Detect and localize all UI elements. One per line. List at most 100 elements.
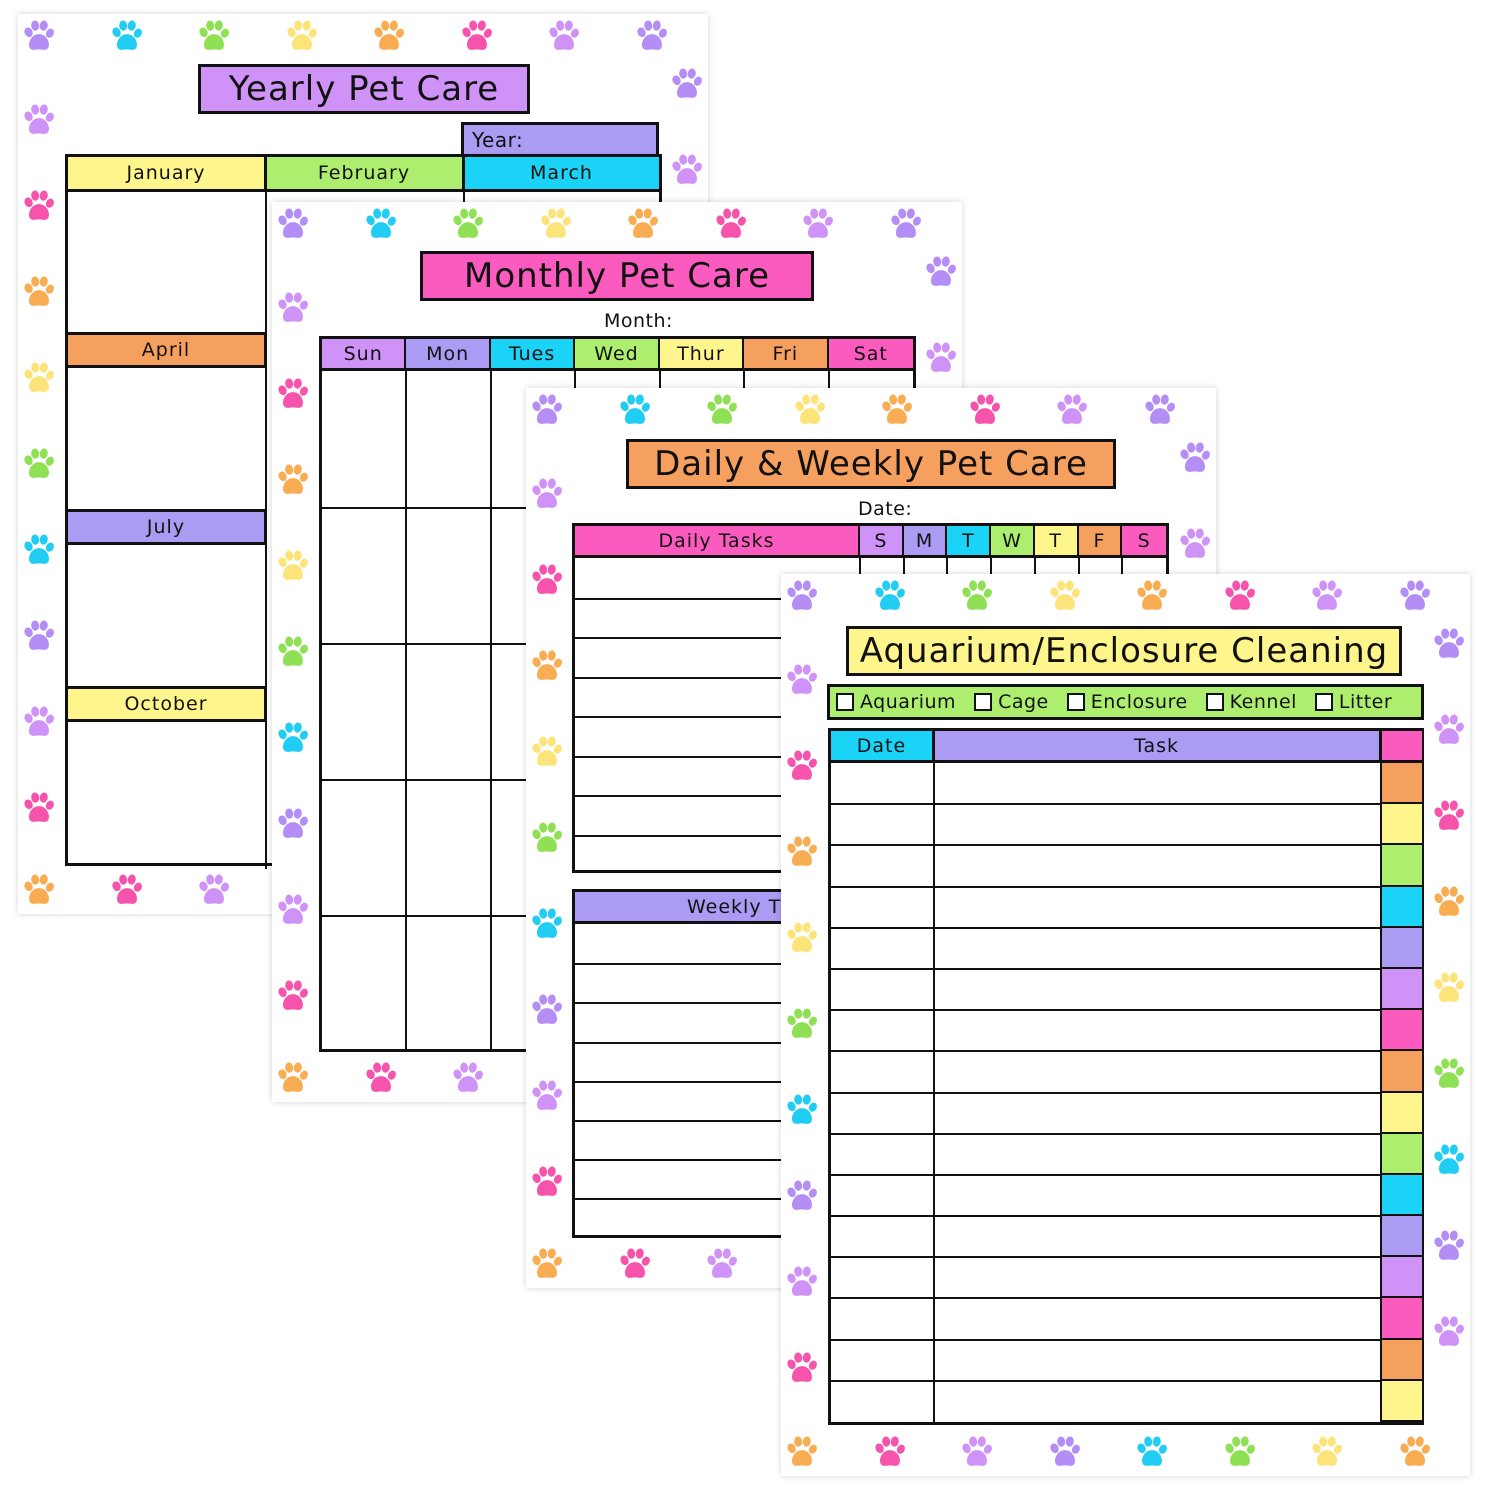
log-row-line (831, 885, 1381, 888)
paw-print-icon (783, 1264, 821, 1302)
month-october: October (68, 686, 266, 722)
paw-print-icon (362, 1060, 400, 1098)
log-row-line (831, 1173, 1381, 1176)
paw-print-icon (20, 532, 58, 570)
paw-print-icon (528, 1246, 566, 1284)
option-label: Aquarium (860, 691, 957, 713)
paw-print-icon (274, 376, 312, 414)
paw-print-icon (528, 476, 566, 514)
task-column-header: Task (934, 731, 1381, 763)
paw-print-icon (783, 1434, 821, 1472)
paw-print-icon (449, 206, 487, 244)
paw-print-icon (1046, 1434, 1084, 1472)
date-field-label[interactable]: Date: (858, 498, 912, 520)
paw-print-icon (958, 1434, 996, 1472)
day-header-mon: Mon (406, 339, 491, 371)
paw-print-icon (20, 274, 58, 312)
paw-print-icon (528, 734, 566, 772)
option-litter[interactable]: Litter (1314, 691, 1393, 713)
paw-print-icon (1046, 578, 1084, 616)
paw-print-icon (791, 392, 829, 430)
paw-print-icon (1221, 1434, 1259, 1472)
paw-print-icon (1430, 1314, 1468, 1352)
paw-print-icon (1133, 578, 1171, 616)
paw-print-icon (633, 18, 671, 56)
month-february: February (266, 157, 464, 192)
paw-print-icon (783, 834, 821, 872)
option-kennel[interactable]: Kennel (1205, 691, 1297, 713)
paw-print-icon (878, 392, 916, 430)
color-swatch (1381, 1174, 1422, 1217)
paw-print-icon (274, 462, 312, 500)
month-field-label[interactable]: Month: (604, 310, 673, 332)
checkbox-icon[interactable] (974, 693, 993, 711)
checkbox-icon[interactable] (836, 693, 854, 711)
aquarium-enclosure-cleaning-sheet: Aquarium/Enclosure Cleaning Aquarium Cage… (781, 574, 1470, 1476)
paw-print-icon (274, 892, 312, 930)
paw-print-icon (1430, 626, 1468, 664)
paw-print-icon (528, 1078, 566, 1116)
paw-print-icon (1430, 1056, 1468, 1094)
color-swatch (1381, 1298, 1422, 1340)
daily-weekly-title: Daily & Weekly Pet Care (626, 439, 1116, 489)
paw-print-icon (545, 18, 583, 56)
log-row-line (831, 1215, 1381, 1218)
option-label: Litter (1338, 691, 1393, 713)
paw-print-icon (783, 920, 821, 958)
checkbox-icon[interactable] (1205, 693, 1224, 711)
month-april: April (68, 332, 266, 368)
paw-print-icon (362, 206, 400, 244)
date-column-header: Date (831, 731, 934, 763)
color-swatch (1381, 968, 1422, 1011)
color-swatch (1381, 1133, 1422, 1175)
option-cage[interactable]: Cage (974, 691, 1049, 713)
paw-print-icon (449, 1060, 487, 1098)
grid-divider (489, 371, 492, 1051)
paw-print-icon (1430, 1228, 1468, 1266)
log-row-line (831, 803, 1381, 806)
checkbox-icon[interactable] (1314, 693, 1333, 711)
paw-print-icon (274, 1060, 312, 1098)
paw-print-icon (1053, 392, 1091, 430)
color-swatch (1381, 927, 1422, 969)
paw-print-icon (195, 872, 233, 910)
paw-print-icon (20, 102, 58, 140)
paw-print-icon (799, 206, 837, 244)
year-field-label[interactable]: Year: (461, 122, 659, 154)
paw-print-icon (1221, 578, 1259, 616)
paw-print-icon (1396, 578, 1434, 616)
option-aquarium[interactable]: Aquarium (836, 691, 956, 713)
paw-print-icon (195, 18, 233, 56)
log-row-line (831, 1009, 1381, 1012)
aquarium-title: Aquarium/Enclosure Cleaning (846, 626, 1402, 676)
paw-print-icon (1430, 712, 1468, 750)
day-letter-header: T (1034, 526, 1079, 558)
paw-print-icon (783, 578, 821, 616)
paw-print-icon (283, 18, 321, 56)
paw-print-icon (528, 992, 566, 1030)
paw-print-icon (1133, 1434, 1171, 1472)
log-row-line (831, 844, 1381, 847)
option-label: Enclosure (1090, 691, 1188, 713)
log-row-line (831, 1132, 1381, 1135)
paw-print-icon (783, 662, 821, 700)
month-july: July (68, 509, 266, 545)
paw-print-icon (274, 720, 312, 758)
paw-print-icon (624, 206, 662, 244)
grid-divider (405, 371, 408, 1051)
option-enclosure[interactable]: Enclosure (1066, 691, 1188, 713)
paw-print-icon (370, 18, 408, 56)
paw-print-icon (922, 254, 960, 292)
paw-print-icon (1430, 970, 1468, 1008)
log-row-line (831, 1091, 1381, 1094)
log-row-line (831, 967, 1381, 970)
log-row-line (831, 1256, 1381, 1259)
paw-print-icon (20, 188, 58, 226)
paw-print-icon (1141, 392, 1179, 430)
color-swatch (1381, 1380, 1422, 1422)
checkbox-icon[interactable] (1066, 693, 1085, 711)
grid-divider (1380, 731, 1382, 1422)
paw-print-icon (1308, 1434, 1346, 1472)
paw-print-icon (274, 634, 312, 672)
paw-print-icon (1430, 798, 1468, 836)
